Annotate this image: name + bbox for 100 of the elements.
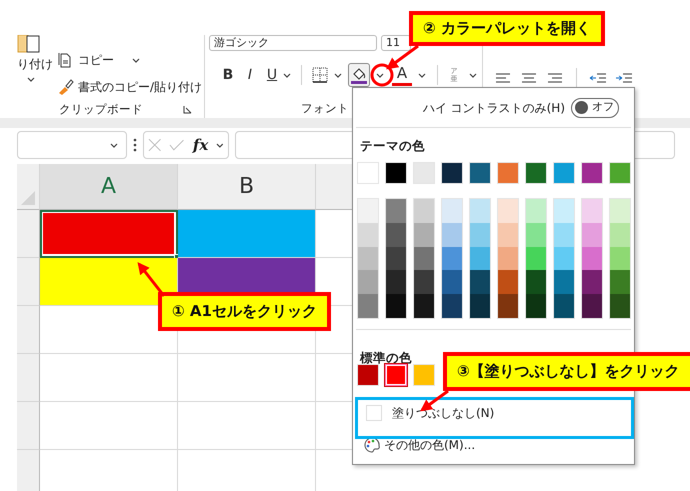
row-header[interactable] [17,354,40,402]
color-swatch[interactable] [526,270,546,294]
color-swatch[interactable] [554,199,574,223]
caret-icon[interactable] [469,72,477,78]
color-swatch[interactable] [386,222,406,247]
color-swatch[interactable] [470,270,490,294]
color-swatch[interactable] [358,246,378,270]
color-swatch[interactable] [498,246,518,270]
color-swatch[interactable] [554,270,574,294]
color-swatch[interactable] [526,294,546,318]
color-swatch[interactable] [554,246,574,270]
color-swatch[interactable] [414,294,434,318]
cell[interactable] [40,402,178,450]
select-all-corner[interactable] [17,164,40,210]
align-right-icon[interactable] [545,71,565,85]
color-swatch[interactable] [582,222,602,247]
clipboard-icon[interactable] [17,35,41,53]
cell[interactable] [40,354,178,402]
color-swatch[interactable] [526,199,546,223]
more-colors-item[interactable]: その他の色(M)... [356,432,631,458]
row-header[interactable] [17,258,40,306]
color-swatch[interactable] [554,222,574,247]
color-swatch[interactable] [470,222,490,247]
color-swatch[interactable] [582,246,602,270]
column-header[interactable]: B [178,164,316,210]
caret-icon[interactable] [216,142,224,148]
dialog-launcher-icon[interactable] [183,104,192,114]
color-swatch[interactable] [442,199,462,223]
color-swatch[interactable] [470,294,490,318]
color-swatch[interactable] [386,270,406,294]
color-swatch[interactable] [386,294,406,318]
color-swatch[interactable] [498,270,518,294]
caret-icon[interactable] [27,77,35,82]
cancel-icon[interactable] [148,138,162,152]
color-swatch[interactable] [358,222,378,247]
color-swatch[interactable] [610,294,630,318]
color-swatch[interactable] [582,294,602,318]
caret-icon[interactable] [418,72,426,78]
color-swatch[interactable] [610,199,630,223]
color-swatch[interactable] [498,294,518,318]
italic-button[interactable]: I [239,64,261,86]
font-name-field[interactable]: 游ゴシック [209,35,377,51]
color-swatch[interactable] [498,222,518,247]
color-swatch[interactable] [582,199,602,223]
paste-label[interactable]: り付け [17,55,53,73]
row-header[interactable] [17,402,40,450]
row-header[interactable] [17,450,40,491]
border-icon[interactable] [312,67,328,83]
color-swatch[interactable] [414,199,434,223]
color-swatch[interactable] [582,270,602,294]
cell[interactable] [178,402,316,450]
color-swatch[interactable] [386,246,406,270]
color-swatch[interactable] [414,222,434,247]
copy-button[interactable]: コピー [56,51,116,69]
color-swatch[interactable] [526,246,546,270]
cell[interactable] [178,354,316,402]
format-painter-button[interactable]: 書式のコピー/貼り付け [56,78,204,96]
row-header[interactable] [17,210,40,258]
caret-icon[interactable] [334,72,342,78]
check-icon[interactable] [169,139,185,151]
color-swatch[interactable] [610,270,630,294]
row-header[interactable] [17,306,40,354]
palette-icon [364,437,380,453]
increase-indent-icon[interactable] [614,71,634,85]
more-icon[interactable] [133,138,137,152]
color-swatch[interactable] [386,199,406,223]
color-swatch[interactable] [554,294,574,318]
caret-icon[interactable] [376,72,384,78]
color-swatch[interactable] [610,222,630,247]
color-swatch[interactable] [414,270,434,294]
caret-icon[interactable] [283,72,291,78]
fill-color-button[interactable] [348,63,370,87]
color-swatch[interactable] [358,270,378,294]
color-swatch[interactable] [610,246,630,270]
color-swatch[interactable] [414,246,434,270]
cell[interactable] [40,210,178,258]
decrease-indent-icon[interactable] [588,71,608,85]
caret-icon[interactable] [110,142,118,148]
high-contrast-toggle[interactable]: オフ [571,98,619,118]
color-swatch[interactable] [442,246,462,270]
color-swatch[interactable] [498,199,518,223]
column-header[interactable]: A [40,164,178,210]
color-swatch[interactable] [358,294,378,318]
color-swatch[interactable] [470,246,490,270]
font-size-field[interactable]: 11 [381,35,411,51]
color-swatch[interactable] [526,222,546,247]
caret-icon[interactable] [132,58,140,62]
underline-button[interactable]: U [261,64,283,86]
color-swatch[interactable] [442,222,462,247]
color-swatch[interactable] [385,364,407,386]
cell[interactable] [178,210,316,258]
function-label[interactable]: fx [192,134,208,156]
bold-button[interactable]: B [217,64,239,86]
cell[interactable] [40,258,178,306]
color-swatch[interactable] [442,270,462,294]
align-left-icon[interactable] [493,71,513,85]
align-center-icon[interactable] [519,71,539,85]
color-swatch[interactable] [358,199,378,223]
color-swatch[interactable] [442,294,462,318]
color-swatch[interactable] [470,199,490,223]
